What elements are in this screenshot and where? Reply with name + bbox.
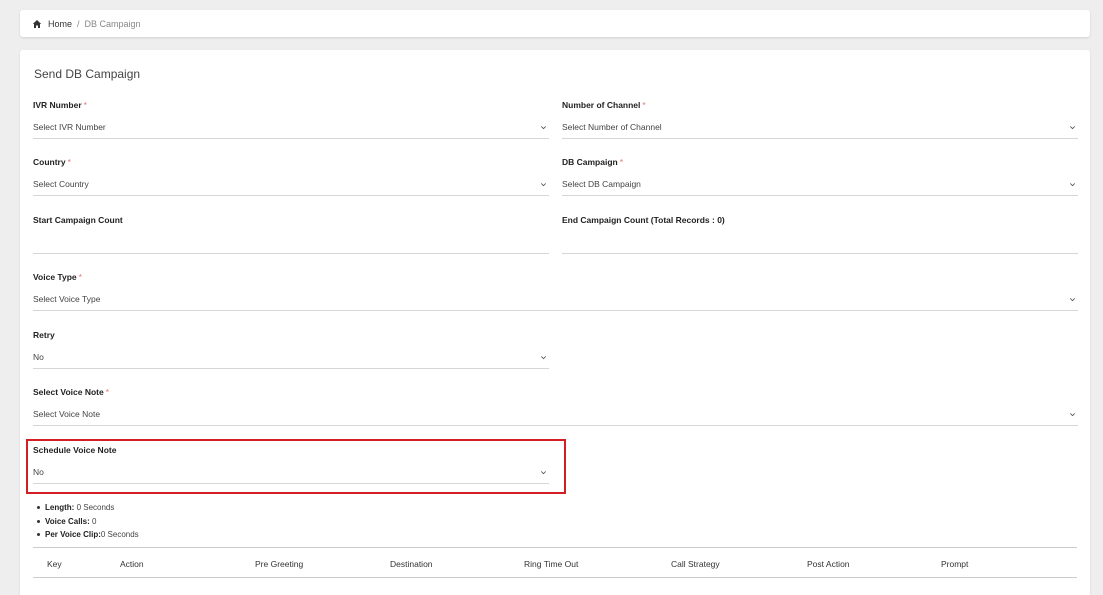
country-value: Select Country bbox=[33, 179, 89, 189]
voice-info-list: Length: 0 Seconds Voice Calls: 0 Per Voi… bbox=[37, 501, 139, 542]
select-voice-note-label: Select Voice Note * bbox=[33, 387, 110, 397]
ivr-number-label: IVR Number * bbox=[33, 100, 87, 110]
db-campaign-value: Select DB Campaign bbox=[562, 179, 641, 189]
number-of-channel-label: Number of Channel * bbox=[562, 100, 646, 110]
column-header-call-strategy: Call Strategy bbox=[671, 559, 720, 569]
column-header-destination: Destination bbox=[390, 559, 433, 569]
chevron-down-icon bbox=[541, 471, 546, 475]
schedule-voice-note-label: Schedule Voice Note bbox=[33, 445, 117, 455]
column-header-pre-greeting: Pre Greeting bbox=[255, 559, 304, 569]
table-header: Key Action Pre Greeting Destination Ring… bbox=[33, 547, 1077, 578]
schedule-voice-note-value: No bbox=[33, 467, 44, 477]
required-marker: * bbox=[83, 100, 87, 110]
chevron-down-icon bbox=[1070, 413, 1075, 417]
country-label: Country * bbox=[33, 157, 71, 167]
number-of-channel-select[interactable]: Select Number of Channel bbox=[562, 117, 1078, 139]
list-item: Length: 0 Seconds bbox=[37, 501, 139, 515]
required-marker: * bbox=[78, 272, 82, 282]
breadcrumb-current: DB Campaign bbox=[84, 18, 141, 29]
bullet-icon bbox=[37, 506, 40, 510]
column-header-key: Key bbox=[47, 559, 62, 569]
chevron-down-icon bbox=[1070, 298, 1075, 302]
required-marker: * bbox=[67, 157, 71, 167]
home-icon[interactable] bbox=[32, 19, 42, 29]
chevron-down-icon bbox=[541, 183, 546, 187]
chevron-down-icon bbox=[541, 356, 546, 360]
column-header-action: Action bbox=[120, 559, 144, 569]
column-header-post-action: Post Action bbox=[807, 559, 850, 569]
column-header-prompt: Prompt bbox=[941, 559, 969, 569]
list-item: Per Voice Clip: 0 Seconds bbox=[37, 528, 139, 542]
required-marker: * bbox=[642, 100, 646, 110]
end-campaign-count-input[interactable] bbox=[562, 232, 1078, 254]
ivr-number-value: Select IVR Number bbox=[33, 122, 106, 132]
retry-value: No bbox=[33, 352, 44, 362]
db-campaign-label: DB Campaign * bbox=[562, 157, 624, 167]
retry-label: Retry bbox=[33, 330, 55, 340]
page-title: Send DB Campaign bbox=[34, 67, 141, 81]
schedule-voice-note-select[interactable]: No bbox=[33, 462, 549, 484]
breadcrumb-separator: / bbox=[77, 18, 80, 29]
breadcrumb: Home / DB Campaign bbox=[20, 10, 1090, 37]
required-marker: * bbox=[619, 157, 624, 167]
bullet-icon bbox=[37, 519, 40, 523]
voice-type-label: Voice Type * bbox=[33, 272, 82, 282]
country-select[interactable]: Select Country bbox=[33, 174, 549, 196]
voice-type-select[interactable]: Select Voice Type bbox=[33, 289, 1078, 311]
start-campaign-count-input[interactable] bbox=[33, 232, 549, 254]
voice-type-value: Select Voice Type bbox=[33, 294, 101, 304]
select-voice-note-select[interactable]: Select Voice Note bbox=[33, 404, 1078, 426]
column-header-ring-time-out: Ring Time Out bbox=[524, 559, 579, 569]
list-item: Voice Calls: 0 bbox=[37, 515, 139, 529]
select-voice-note-value: Select Voice Note bbox=[33, 409, 101, 419]
start-campaign-count-label: Start Campaign Count bbox=[33, 215, 123, 225]
retry-select[interactable]: No bbox=[33, 347, 549, 369]
required-marker: * bbox=[105, 387, 110, 397]
breadcrumb-home-link[interactable]: Home bbox=[48, 19, 72, 29]
db-campaign-select[interactable]: Select DB Campaign bbox=[562, 174, 1078, 196]
ivr-number-select[interactable]: Select IVR Number bbox=[33, 117, 549, 139]
chevron-down-icon bbox=[1070, 183, 1075, 187]
end-campaign-count-label: End Campaign Count (Total Records : 0) bbox=[562, 215, 725, 225]
number-of-channel-value: Select Number of Channel bbox=[562, 122, 662, 132]
bullet-icon bbox=[37, 533, 40, 537]
send-db-campaign-card: Send DB Campaign IVR Number * Select IVR … bbox=[20, 50, 1090, 595]
chevron-down-icon bbox=[1070, 126, 1075, 130]
chevron-down-icon bbox=[541, 126, 546, 130]
